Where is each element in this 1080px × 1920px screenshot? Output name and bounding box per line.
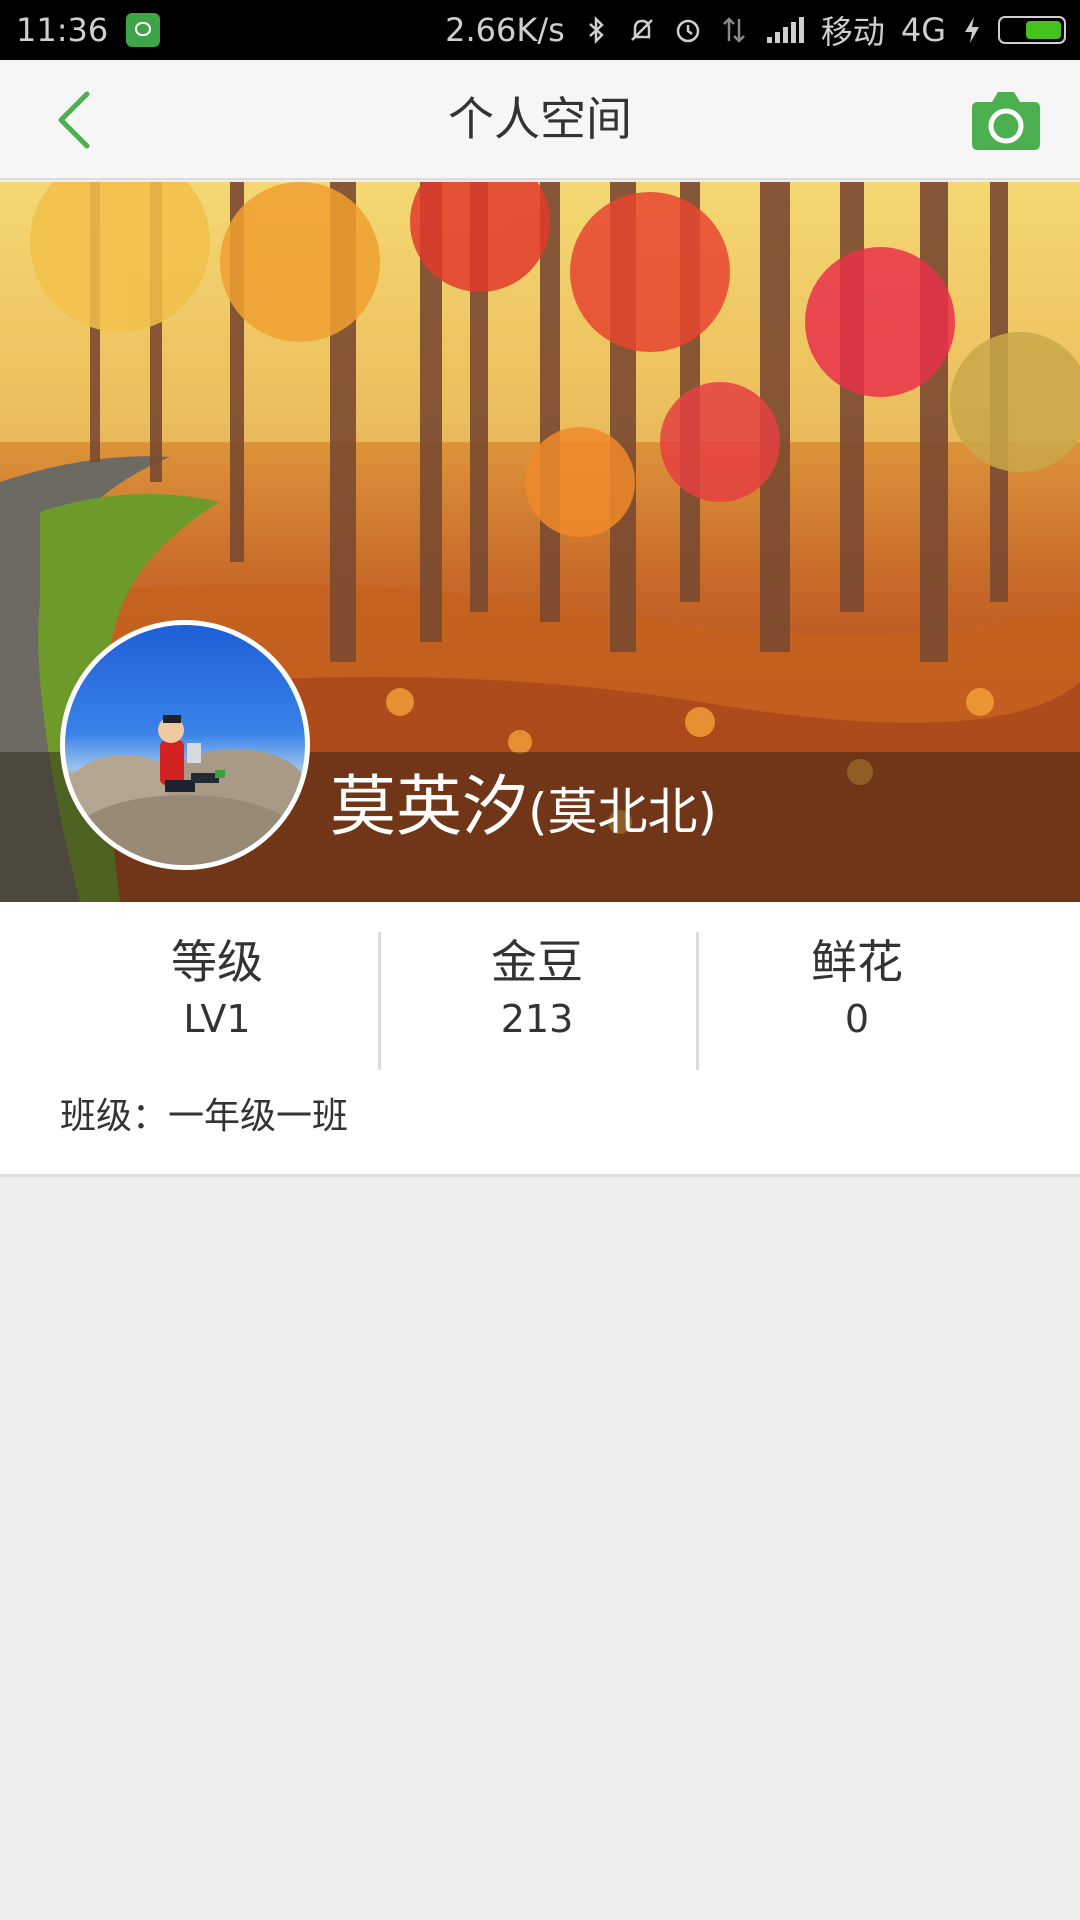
camera-button[interactable]: [970, 90, 1042, 152]
avatar[interactable]: [60, 620, 310, 870]
page-title: 个人空间: [448, 92, 632, 146]
stat-label: 金豆: [491, 935, 583, 989]
status-bar: 11:36 2.66K/s 移动 4G: [0, 0, 1080, 60]
battery-level: [1026, 21, 1061, 39]
stat-label: 等级: [171, 935, 263, 989]
stat-label: 鲜花: [811, 935, 903, 989]
stat-value: 213: [500, 997, 574, 1041]
charging-icon: [965, 17, 979, 43]
stat-value: LV1: [183, 997, 251, 1041]
alarm-icon: [676, 19, 700, 43]
network-label: 4G: [900, 11, 946, 49]
net-speed: 2.66K/s: [445, 11, 565, 49]
user-nickname: (莫北北): [528, 783, 718, 841]
mute-icon: [630, 19, 653, 41]
stat-gold-beans[interactable]: 金豆 213: [377, 932, 697, 1044]
stats-panel: 等级 LV1 金豆 213 鲜花 0 班级：一年级一班: [0, 902, 1080, 1177]
stat-level[interactable]: 等级 LV1: [57, 932, 377, 1044]
status-time: 11:36: [16, 11, 109, 49]
user-real-name: 莫英汐: [330, 768, 528, 845]
bluetooth-icon: [588, 15, 604, 45]
carrier-label: 移动: [820, 13, 885, 51]
user-name: 莫英汐(莫北北): [330, 767, 717, 852]
battery-icon: [998, 16, 1066, 44]
class-info: 班级：一年级一班: [60, 1096, 349, 1137]
camera-icon: [972, 92, 1040, 150]
data-icon: [722, 17, 745, 43]
app-icon: [126, 13, 161, 47]
signal-icon: [766, 17, 804, 43]
stat-flowers[interactable]: 鲜花 0: [697, 932, 1017, 1044]
nav-bar: 个人空间: [0, 60, 1080, 180]
avatar-photo: [65, 715, 305, 865]
stat-value: 0: [844, 997, 870, 1041]
